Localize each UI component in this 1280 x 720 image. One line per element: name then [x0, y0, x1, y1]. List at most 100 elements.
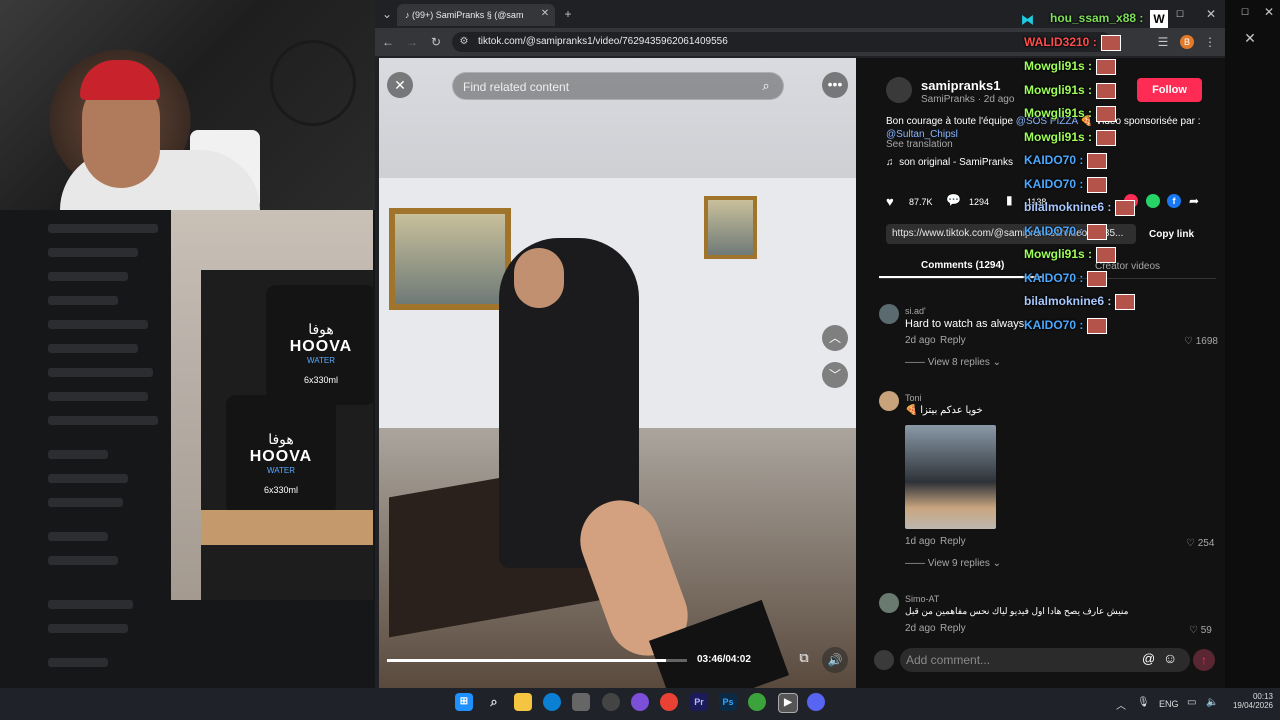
chat-message: Mowgli91s :	[1024, 247, 1117, 263]
search-icon[interactable]: ⌕	[757, 76, 775, 96]
new-tab-icon[interactable]: +	[560, 4, 576, 24]
chat-username: Mowgli91s :	[1024, 83, 1093, 98]
send-icon[interactable]: ↑	[1193, 649, 1215, 671]
reply-button[interactable]: Reply	[940, 623, 966, 634]
taskbar-search-icon[interactable]: ⌕	[485, 693, 503, 711]
chrome-icon[interactable]	[660, 693, 678, 711]
share-icon[interactable]: ➦	[1189, 194, 1199, 208]
chat-message: bilalmoknine6 :	[1024, 294, 1136, 310]
settings-icon[interactable]	[602, 693, 620, 711]
emote-icon	[1115, 200, 1136, 216]
comment-date: 2d ago	[905, 335, 936, 346]
emoji-icon[interactable]: ☺	[1163, 650, 1177, 666]
sound-link[interactable]: ♫ son original - SamiPranks	[886, 157, 1013, 168]
comment-user[interactable]: Toni	[905, 393, 922, 403]
store-icon[interactable]	[572, 693, 590, 711]
find-content-placeholder: Find related content	[463, 80, 570, 94]
chat-username: KAIDO70 :	[1024, 153, 1084, 168]
reading-list-icon[interactable]: ☰	[1155, 32, 1171, 52]
author-avatar[interactable]	[886, 77, 912, 103]
mention-icon[interactable]: @	[1142, 651, 1155, 666]
comment-avatar[interactable]	[879, 304, 899, 324]
network-icon[interactable]: ▭	[1187, 697, 1196, 708]
reply-button[interactable]: Reply	[940, 335, 966, 346]
view-replies-button[interactable]: —— View 8 replies ⌄	[905, 357, 1001, 368]
volume-tray-icon[interactable]: 🔈	[1206, 697, 1218, 708]
chat-username: KAIDO70 :	[1024, 224, 1084, 239]
clock[interactable]: 00:13 19/04/2026	[1228, 692, 1273, 710]
comment-like-button[interactable]: ♡ 59	[1189, 625, 1212, 636]
reload-icon[interactable]: ↻	[428, 32, 444, 52]
chat-username: Mowgli91s :	[1024, 106, 1093, 121]
emote-icon	[1087, 153, 1108, 169]
previous-video-icon[interactable]: ︿	[822, 325, 848, 351]
find-content-input[interactable]: Find related content	[452, 72, 784, 100]
tray-chevron-icon[interactable]: ︿	[1116, 697, 1126, 712]
whatsapp-icon[interactable]	[1146, 194, 1160, 208]
game-icon[interactable]	[748, 693, 766, 711]
start-icon[interactable]: ⊞	[455, 693, 473, 711]
see-translation-link[interactable]: See translation	[886, 139, 953, 150]
chat-message: KAIDO70 :	[1024, 271, 1108, 287]
tab-search-icon[interactable]: ⌄	[378, 4, 396, 24]
more-options-icon[interactable]: •••	[822, 72, 848, 98]
photoshop-icon[interactable]: Ps	[719, 693, 737, 711]
bookmark-icon[interactable]: ▮	[1006, 193, 1013, 207]
comment-icon[interactable]: 💬	[946, 193, 961, 207]
close-video-icon[interactable]: ✕	[387, 72, 413, 98]
like-icon[interactable]: ♥	[886, 194, 894, 209]
outer-close-icon[interactable]: ✕	[1262, 2, 1276, 22]
chat-username: KAIDO70 :	[1024, 318, 1084, 333]
chat-message: KAIDO70 :	[1024, 177, 1108, 193]
browser-maximize-icon[interactable]: ☐	[1173, 4, 1187, 24]
media-player-icon[interactable]: ▶	[778, 693, 798, 713]
chat-app-icon[interactable]	[631, 693, 649, 711]
follow-button[interactable]: Follow	[1137, 78, 1202, 102]
facebook-icon[interactable]: f	[1167, 194, 1181, 208]
copy-link-button[interactable]: Copy link	[1149, 229, 1194, 240]
add-comment-placeholder: Add comment...	[906, 653, 991, 667]
comment-like-button[interactable]: ♡ 1698	[1184, 336, 1218, 347]
tab-close-icon[interactable]: ✕	[539, 4, 551, 24]
outer-maximize-icon[interactable]: ☐	[1238, 2, 1252, 22]
tab-title: (99+) SamiPranks § (@sam	[412, 10, 524, 20]
site-info-icon[interactable]: ⚙	[456, 32, 472, 52]
overlay-close-icon[interactable]: ✕	[1240, 28, 1260, 48]
profile-avatar-icon[interactable]: B	[1180, 35, 1194, 49]
forward-icon[interactable]: →	[404, 32, 420, 52]
chat-badge-icon: ⧓	[1021, 12, 1034, 27]
microphone-icon[interactable]: 🎙	[1137, 697, 1150, 708]
comment-user[interactable]: si.ad'	[905, 306, 926, 316]
tab-comments[interactable]: Comments (1294)	[921, 260, 1004, 271]
discord-icon[interactable]	[807, 693, 825, 711]
file-explorer-icon[interactable]	[514, 693, 532, 711]
emote-icon	[1087, 271, 1108, 287]
back-icon[interactable]: ←	[380, 32, 396, 52]
browser-close-icon[interactable]: ✕	[1204, 4, 1218, 24]
pip-icon[interactable]: ⧉	[795, 650, 813, 670]
author-username[interactable]: samipranks1	[921, 78, 1001, 93]
comment-image[interactable]	[905, 425, 996, 529]
video-player[interactable]	[379, 58, 856, 688]
comment-avatar[interactable]	[879, 593, 899, 613]
comment-like-button[interactable]: ♡ 254	[1186, 538, 1214, 549]
outer-window-edge	[1225, 0, 1280, 688]
address-bar[interactable]: tiktok.com/@samipranks1/video/7629435962…	[452, 32, 1112, 52]
premiere-icon[interactable]: Pr	[690, 693, 708, 711]
next-video-icon[interactable]: ﹀	[822, 362, 848, 388]
comment-user[interactable]: Simo-AT	[905, 594, 939, 604]
comment-avatar[interactable]	[879, 391, 899, 411]
reply-button[interactable]: Reply	[940, 536, 966, 547]
chat-message: WALID3210 :	[1024, 35, 1121, 51]
author-display-name: SamiPranks · 2d ago	[921, 94, 1015, 105]
language-indicator[interactable]: ENG	[1159, 699, 1179, 709]
chat-message: KAIDO70 :	[1024, 153, 1108, 169]
edge-icon[interactable]	[543, 693, 561, 711]
chat-message: KAIDO70 :	[1024, 224, 1108, 240]
view-replies-button[interactable]: —— View 9 replies ⌄	[905, 558, 1001, 569]
chat-message: hou_ssam_x88 :	[1050, 11, 1143, 25]
volume-icon[interactable]: 🔊	[822, 647, 848, 673]
emote-icon	[1115, 294, 1136, 310]
menu-icon[interactable]: ⋮	[1203, 32, 1217, 52]
browser-tab[interactable]: ♪ (99+) SamiPranks § (@sam	[397, 4, 555, 26]
